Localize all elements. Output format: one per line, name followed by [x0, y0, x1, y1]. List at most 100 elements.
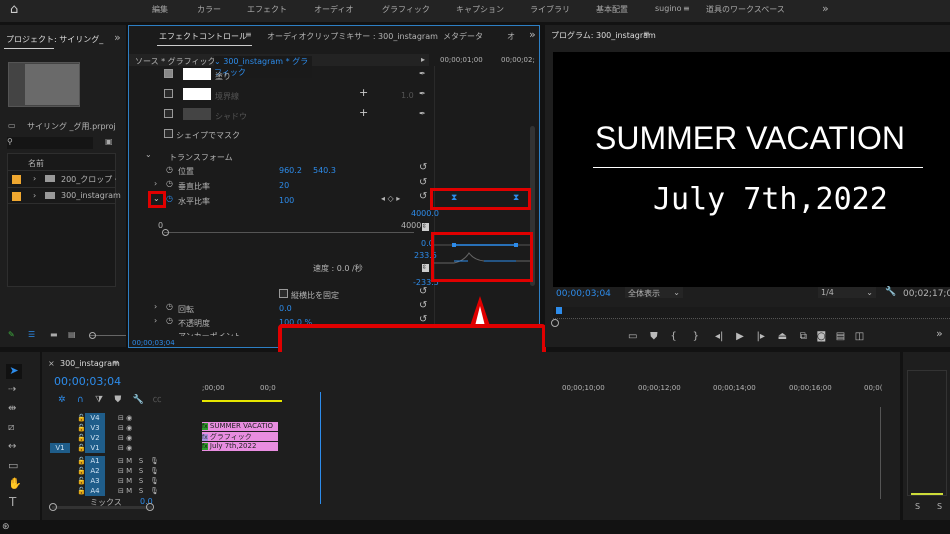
zoom-scrollbar[interactable]	[49, 503, 154, 511]
razor-icon[interactable]: ⧄	[8, 422, 14, 433]
playhead[interactable]	[320, 392, 321, 504]
solo-button[interactable]: S	[139, 457, 143, 465]
mic-icon[interactable]: 🎙	[150, 457, 159, 465]
solo-right[interactable]: S	[937, 502, 942, 511]
reset-icon[interactable]: ↺	[419, 286, 427, 297]
sync-icon[interactable]: ⊟	[118, 444, 124, 452]
step-forward-icon[interactable]: |▸	[756, 331, 764, 342]
list-item[interactable]: › 200_クロップ・	[8, 170, 116, 187]
transform-chevron[interactable]: ⌄	[145, 150, 152, 159]
play-icon[interactable]: ▶	[736, 331, 744, 342]
workspace-audio[interactable]: オーディオ	[314, 4, 353, 15]
hscale-value[interactable]: 100	[279, 196, 294, 205]
work-area-bar[interactable]	[202, 400, 282, 402]
shadow-checkbox[interactable]	[164, 109, 173, 120]
fill-swatch[interactable]	[183, 68, 211, 80]
overlay-icon[interactable]: ◫	[855, 331, 864, 342]
project-title[interactable]: プロジェクト: サイリング_	[6, 34, 103, 45]
new-bin-icon[interactable]: ▣	[105, 137, 113, 146]
lock-ratio-checkbox[interactable]	[279, 289, 288, 300]
marker-icon[interactable]: ⛊	[650, 331, 658, 342]
vscale-value[interactable]: 20	[279, 181, 289, 190]
tab-effect-controls[interactable]: エフェクトコントロール	[159, 31, 247, 42]
type-tool-icon[interactable]: T	[9, 495, 16, 509]
mute-button[interactable]: M	[126, 457, 132, 465]
col-name[interactable]: 名前	[28, 158, 44, 169]
expand-icon[interactable]: »	[529, 28, 536, 41]
extract-icon[interactable]: ⧉	[800, 331, 807, 342]
reset-icon[interactable]: ↺	[419, 162, 427, 173]
search-input[interactable]: ⚲	[7, 137, 93, 149]
program-ruler[interactable]	[553, 307, 950, 319]
mute-button[interactable]: M	[126, 487, 132, 495]
eyedropper-icon[interactable]: ✒	[419, 109, 426, 118]
position-y[interactable]: 540.3	[313, 166, 336, 175]
tab-audio-mixer[interactable]: オーディオクリップミキサー : 300_instagram	[267, 31, 438, 42]
expand-chevron[interactable]: ›	[154, 179, 157, 188]
resolution-dropdown[interactable]: 1/4 ⌄	[818, 287, 876, 298]
rotation-value[interactable]: 0.0	[279, 304, 292, 313]
workspace-assembly[interactable]: 基本配置	[596, 4, 628, 15]
rectangle-icon[interactable]: ▭	[8, 459, 18, 472]
zoom-handle[interactable]	[551, 319, 559, 327]
mute-button[interactable]: M	[126, 467, 132, 475]
sync-icon[interactable]: ⊟	[118, 414, 124, 422]
eyedropper-icon[interactable]: ✒	[419, 69, 426, 78]
graph-toggle-icon[interactable]: ⇳	[422, 264, 429, 272]
pencil-icon[interactable]: ✎	[8, 330, 15, 339]
expand-chevron[interactable]: ›	[154, 302, 157, 311]
menu-icon[interactable]: ≡	[683, 4, 690, 13]
stopwatch-icon[interactable]: ◷	[166, 165, 173, 174]
solo-button[interactable]: S	[139, 467, 143, 475]
solo-button[interactable]: S	[139, 487, 143, 495]
workspace-effects[interactable]: エフェクト	[247, 4, 287, 15]
lift-icon[interactable]: ⏏	[778, 331, 787, 342]
stroke-width[interactable]: 1.0	[401, 91, 414, 100]
expand-icon[interactable]: »	[114, 31, 121, 44]
icon-view-icon[interactable]: ▬	[50, 330, 58, 339]
keyframe-icon[interactable]: ⧗	[513, 193, 519, 203]
graph-toggle-icon[interactable]: ⇳	[422, 223, 429, 231]
workspace-sugino[interactable]: sugino	[655, 4, 682, 13]
workspace-graphics[interactable]: グラフィック	[382, 4, 430, 15]
zoom-slider[interactable]	[89, 332, 126, 339]
program-title[interactable]: プログラム: 300_instagram	[551, 30, 656, 41]
reset-icon[interactable]: ↺	[419, 191, 427, 202]
snap-icon[interactable]: ∩	[77, 395, 84, 405]
keyframe-icon[interactable]: ⧗	[451, 193, 457, 203]
selection-tool-icon[interactable]: ➤	[6, 364, 22, 379]
home-icon[interactable]: ⌂	[10, 2, 18, 17]
sequence-tab[interactable]: 300_instagram	[60, 359, 120, 368]
cc-sync-icon[interactable]: ⊛	[2, 522, 10, 532]
stopwatch-icon[interactable]: ◷	[166, 179, 173, 188]
step-back-icon[interactable]: ◂|	[715, 331, 723, 342]
camera-icon[interactable]: ◙	[816, 331, 826, 342]
stroke-swatch[interactable]	[183, 88, 211, 100]
add-stroke-icon[interactable]: +	[359, 86, 368, 99]
menu-icon[interactable]: ≡	[643, 29, 650, 38]
add-shadow-icon[interactable]: +	[359, 106, 368, 119]
freeform-view-icon[interactable]: ▤	[68, 330, 76, 339]
safe-margins-icon[interactable]: ▭	[628, 331, 637, 342]
shadow-swatch[interactable]	[183, 108, 211, 120]
list-item[interactable]: › 300_instagram	[8, 187, 121, 204]
linked-icon[interactable]: ⧩	[95, 395, 103, 405]
track-select-icon[interactable]: ⇢	[8, 384, 16, 395]
solo-left[interactable]: S	[915, 502, 920, 511]
mic-icon[interactable]: 🎙	[150, 487, 159, 495]
stopwatch-icon[interactable]: ◷	[166, 316, 173, 325]
eye-icon[interactable]: ◉	[126, 444, 132, 452]
tab-metadata[interactable]: メタデータ	[443, 31, 483, 42]
mic-icon[interactable]: 🎙	[150, 477, 159, 485]
more-workspaces-icon[interactable]: »	[822, 2, 829, 15]
stopwatch-icon[interactable]: ◷	[166, 302, 173, 311]
eyedropper-icon[interactable]: ✒	[419, 89, 426, 98]
expand-chevron[interactable]: ›	[154, 316, 157, 325]
workspace-color[interactable]: カラー	[197, 4, 221, 15]
compare-icon[interactable]: ▤	[836, 331, 845, 342]
list-view-icon[interactable]: ☰	[28, 330, 35, 339]
source-v1[interactable]: V1	[50, 443, 70, 453]
fill-checkbox[interactable]	[164, 69, 173, 80]
ripple-edit-icon[interactable]: ⇹	[8, 403, 16, 414]
timeline-timecode[interactable]: 00;00;03;04	[54, 375, 121, 388]
